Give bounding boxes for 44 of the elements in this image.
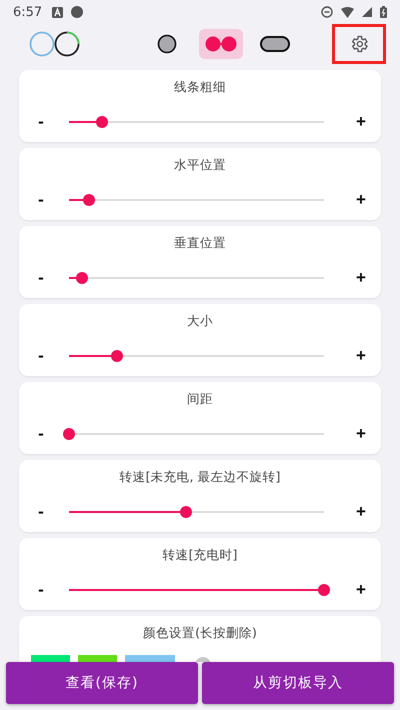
color-settings-title: 颜色设置(长按删除) xyxy=(143,625,257,641)
minus-button[interactable]: - xyxy=(31,580,51,600)
action-button[interactable]: 查看(保存) xyxy=(6,662,198,704)
slider-title: 间距 xyxy=(187,391,213,407)
status-time: 6:57 xyxy=(13,4,42,20)
rings-icon[interactable] xyxy=(29,30,81,58)
minus-button[interactable]: - xyxy=(31,190,51,210)
circle-icon xyxy=(71,6,84,18)
wifi-icon xyxy=(341,6,354,18)
plus-button[interactable]: + xyxy=(351,502,371,522)
plus-button[interactable]: + xyxy=(351,190,371,210)
slider-thumb[interactable] xyxy=(83,194,96,206)
slider-thumb[interactable] xyxy=(63,428,75,440)
slider-thumb[interactable] xyxy=(76,272,88,284)
plus-button[interactable]: + xyxy=(351,112,371,132)
settings-icon xyxy=(349,34,369,54)
slider-title: 转速[充电时] xyxy=(162,547,238,563)
slider-thumb[interactable] xyxy=(180,506,192,518)
slider-title: 线条粗细 xyxy=(174,79,226,95)
slider-title: 大小 xyxy=(187,313,213,329)
minus-button[interactable]: - xyxy=(31,424,51,444)
plus-button[interactable]: + xyxy=(351,424,371,444)
battery-icon xyxy=(380,6,387,18)
do-not-disturb-icon xyxy=(321,6,333,18)
slider-title: 垂直位置 xyxy=(174,235,226,251)
plus-button[interactable]: + xyxy=(351,346,371,366)
minus-button[interactable]: - xyxy=(31,346,51,366)
slider-thumb[interactable] xyxy=(111,350,124,362)
dot-icon xyxy=(156,34,176,54)
slider-title: 转速[未充电, 最左边不旋转] xyxy=(120,469,280,485)
plus-button[interactable]: + xyxy=(351,580,371,600)
minus-button[interactable]: - xyxy=(31,112,51,132)
plus-button[interactable]: + xyxy=(351,268,371,288)
signal-icon xyxy=(362,7,372,17)
twin-dots-icon xyxy=(204,34,238,54)
slider-thumb[interactable] xyxy=(318,584,330,596)
minus-button[interactable]: - xyxy=(31,268,51,288)
minus-button[interactable]: - xyxy=(31,502,51,522)
slider-thumb[interactable] xyxy=(96,116,108,128)
pill-icon xyxy=(260,35,290,53)
keyboard-icon xyxy=(52,6,64,18)
settings-button[interactable] xyxy=(332,24,386,64)
action-button[interactable]: 从剪切板导入 xyxy=(202,662,394,704)
slider-title: 水平位置 xyxy=(174,157,226,173)
